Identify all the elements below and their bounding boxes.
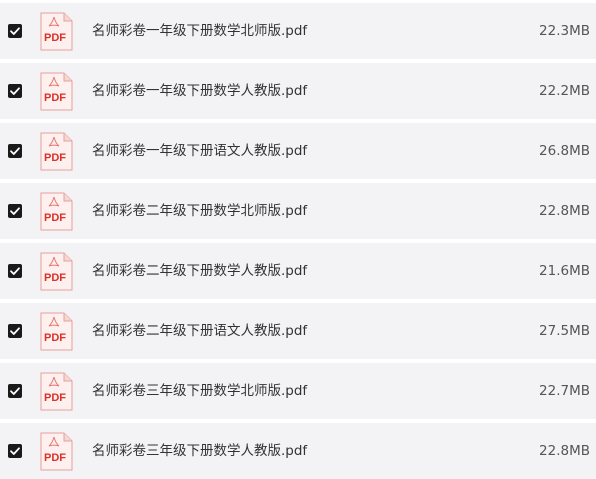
file-row[interactable]: PDF 名师彩卷二年级下册数学人教版.pdf 21.6MB	[0, 243, 596, 299]
pdf-file-icon: PDF	[40, 132, 73, 171]
pdf-file-icon: PDF	[40, 252, 73, 291]
checkbox-checked[interactable]	[8, 444, 22, 458]
pdf-label: PDF	[44, 332, 66, 344]
file-row[interactable]: PDF 名师彩卷一年级下册数学人教版.pdf 22.2MB	[0, 63, 596, 119]
file-name[interactable]: 名师彩卷一年级下册数学人教版.pdf	[92, 63, 307, 119]
checkbox-checked[interactable]	[8, 84, 22, 98]
file-row[interactable]: PDF 名师彩卷二年级下册语文人教版.pdf 27.5MB	[0, 303, 596, 359]
file-row[interactable]: PDF 名师彩卷三年级下册数学北师版.pdf 22.7MB	[0, 363, 596, 419]
file-list: PDF 名师彩卷一年级下册数学北师版.pdf 22.3MB PDF 名师彩卷一年…	[0, 0, 596, 479]
checkbox-checked[interactable]	[8, 384, 22, 398]
file-name[interactable]: 名师彩卷二年级下册数学北师版.pdf	[92, 183, 307, 239]
file-size: 21.6MB	[539, 263, 590, 279]
pdf-label: PDF	[44, 152, 66, 164]
pdf-file-icon: PDF	[40, 12, 73, 51]
pdf-file-icon: PDF	[40, 72, 73, 111]
pdf-label: PDF	[44, 92, 66, 104]
pdf-label: PDF	[44, 272, 66, 284]
file-size: 26.8MB	[539, 143, 590, 159]
file-row[interactable]: PDF 名师彩卷三年级下册数学人教版.pdf 22.8MB	[0, 423, 596, 479]
pdf-label: PDF	[44, 32, 66, 44]
pdf-file-icon: PDF	[40, 432, 73, 471]
file-size: 22.8MB	[539, 443, 590, 459]
pdf-label: PDF	[44, 212, 66, 224]
file-size: 27.5MB	[539, 323, 590, 339]
file-row[interactable]: PDF 名师彩卷二年级下册数学北师版.pdf 22.8MB	[0, 183, 596, 239]
file-size: 22.8MB	[539, 203, 590, 219]
file-size: 22.2MB	[539, 83, 590, 99]
checkbox-checked[interactable]	[8, 204, 22, 218]
checkbox-checked[interactable]	[8, 264, 22, 278]
checkbox-checked[interactable]	[8, 144, 22, 158]
file-name[interactable]: 名师彩卷三年级下册数学人教版.pdf	[92, 423, 307, 479]
file-name[interactable]: 名师彩卷一年级下册数学北师版.pdf	[92, 3, 307, 59]
file-name[interactable]: 名师彩卷一年级下册语文人教版.pdf	[92, 123, 307, 179]
checkbox-checked[interactable]	[8, 24, 22, 38]
pdf-file-icon: PDF	[40, 192, 73, 231]
file-name[interactable]: 名师彩卷二年级下册语文人教版.pdf	[92, 303, 307, 359]
file-size: 22.7MB	[539, 383, 590, 399]
pdf-label: PDF	[44, 392, 66, 404]
file-row[interactable]: PDF 名师彩卷一年级下册数学北师版.pdf 22.3MB	[0, 3, 596, 59]
checkbox-checked[interactable]	[8, 324, 22, 338]
pdf-label: PDF	[44, 452, 66, 464]
file-name[interactable]: 名师彩卷三年级下册数学北师版.pdf	[92, 363, 307, 419]
pdf-file-icon: PDF	[40, 312, 73, 351]
file-row[interactable]: PDF 名师彩卷一年级下册语文人教版.pdf 26.8MB	[0, 123, 596, 179]
file-size: 22.3MB	[539, 23, 590, 39]
file-name[interactable]: 名师彩卷二年级下册数学人教版.pdf	[92, 243, 307, 299]
pdf-file-icon: PDF	[40, 372, 73, 411]
